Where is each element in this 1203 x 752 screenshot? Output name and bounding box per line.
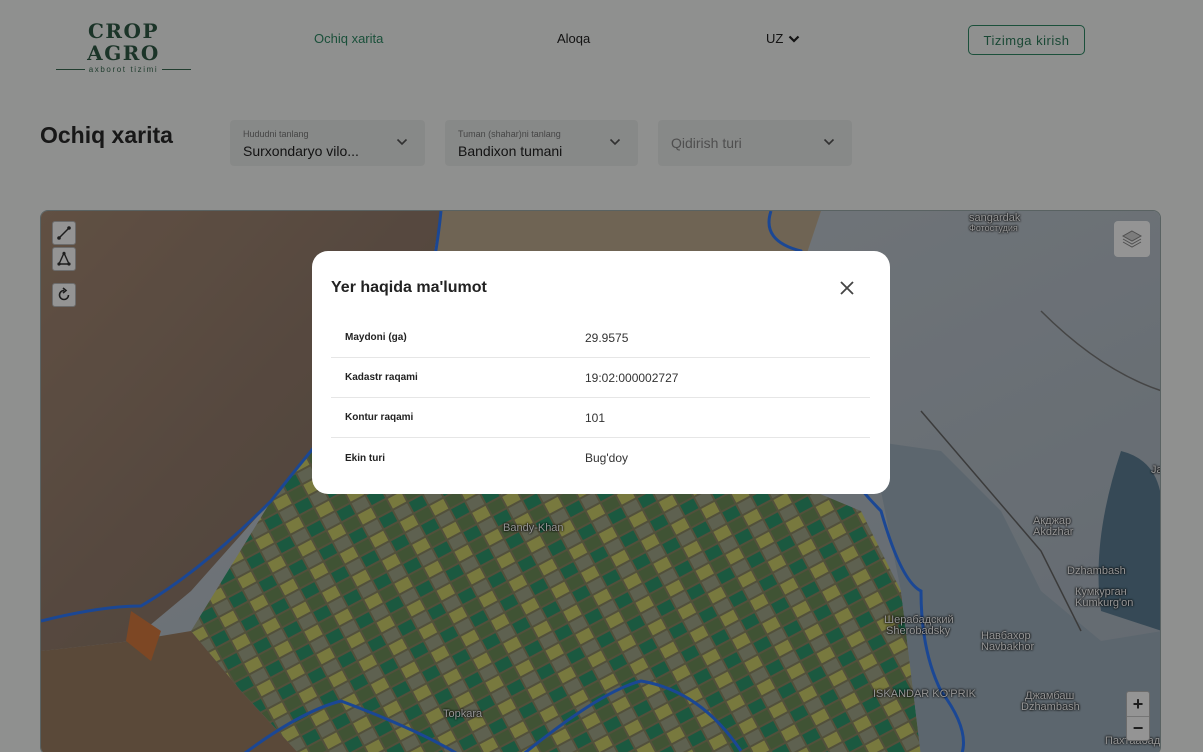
row-value: 101 (585, 410, 606, 425)
row-value: 29.9575 (585, 330, 629, 345)
table-row: Ekin turi Bug'doy (331, 438, 870, 478)
table-row: Kontur raqami 101 (331, 398, 870, 438)
row-key: Ekin turi (345, 452, 386, 464)
row-key: Kadastr raqami (345, 372, 418, 383)
land-info-modal: Yer haqida ma'lumot Maydoni (ga) 29.9575… (312, 251, 890, 494)
row-key: Kontur raqami (345, 412, 414, 423)
row-value: 19:02:000002727 (585, 370, 679, 385)
close-button[interactable] (836, 277, 858, 299)
row-value: Bug'doy (585, 451, 628, 465)
land-info-table: Maydoni (ga) 29.9575 Kadastr raqami 19:0… (331, 318, 870, 478)
table-row: Kadastr raqami 19:02:000002727 (331, 358, 870, 398)
modal-title: Yer haqida ma'lumot (331, 279, 487, 296)
row-key: Maydoni (ga) (345, 332, 407, 343)
close-icon (840, 281, 854, 295)
table-row: Maydoni (ga) 29.9575 (331, 318, 870, 358)
